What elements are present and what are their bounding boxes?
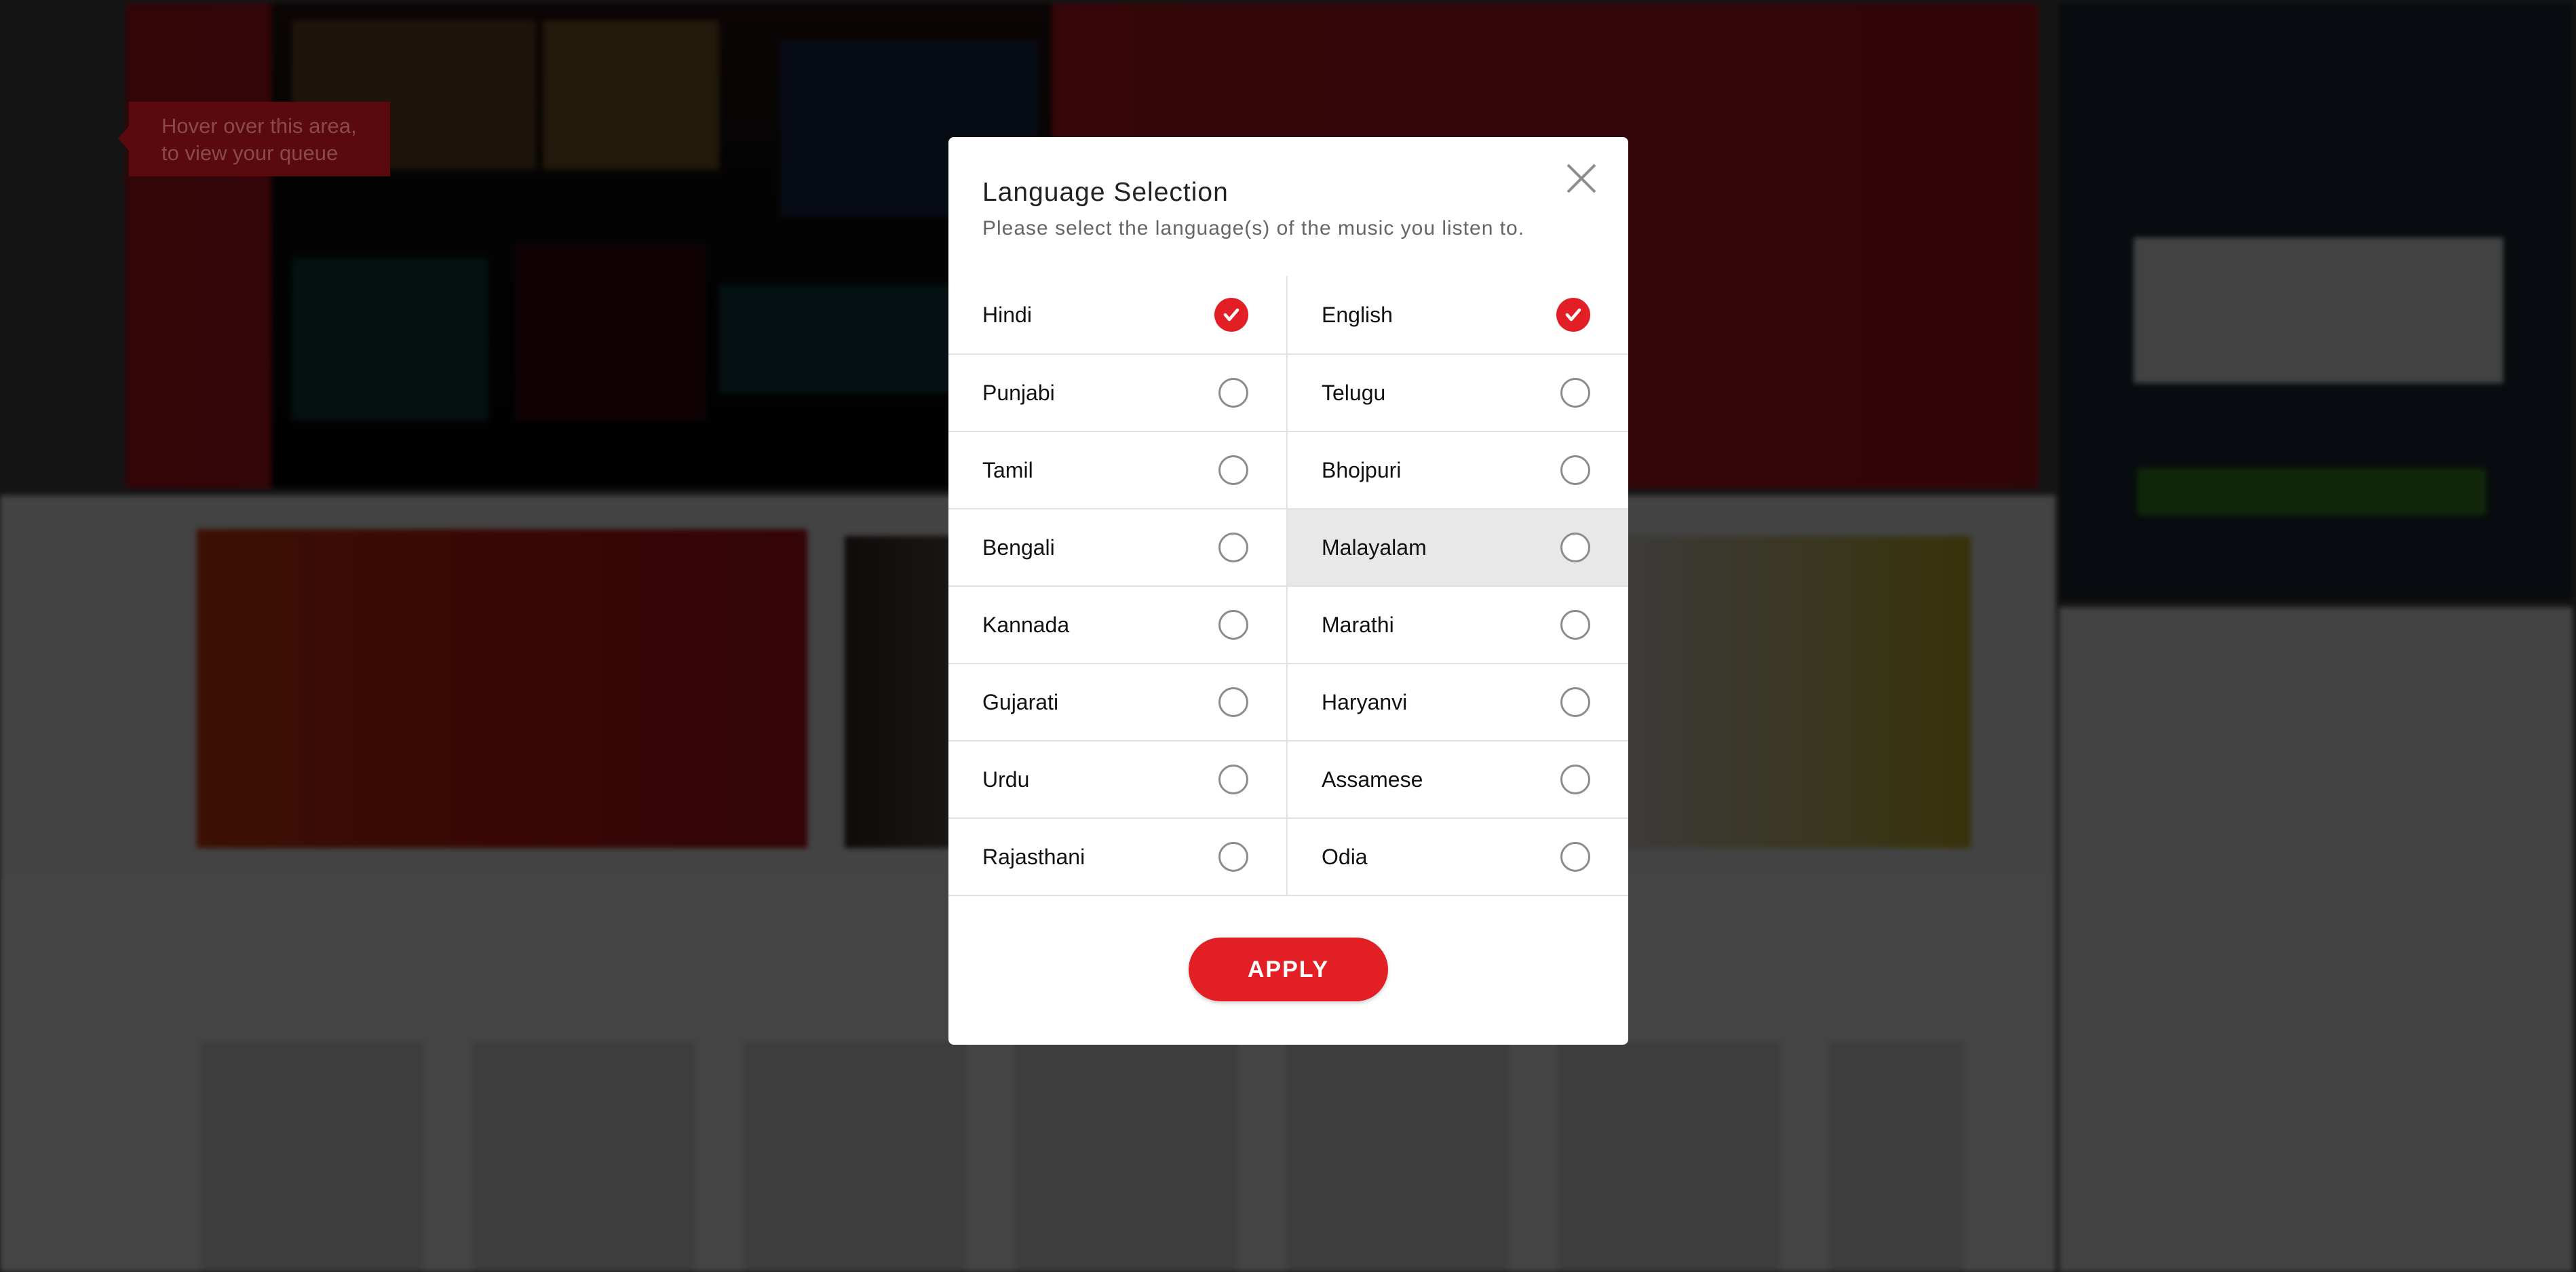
language-option-rajasthani[interactable]: Rajasthani — [948, 817, 1288, 895]
language-label: Tamil — [982, 457, 1033, 482]
radio-circle-icon[interactable] — [1218, 687, 1248, 717]
radio-circle-icon[interactable] — [1560, 455, 1590, 485]
language-label: Gujarati — [982, 689, 1059, 714]
language-option-telugu[interactable]: Telugu — [1288, 353, 1628, 431]
language-option-bengali[interactable]: Bengali — [948, 508, 1288, 585]
radio-circle-icon[interactable] — [1218, 533, 1248, 562]
radio-circle-icon[interactable] — [1560, 687, 1590, 717]
apply-button[interactable]: APPLY — [1189, 938, 1388, 1001]
radio-circle-icon[interactable] — [1560, 533, 1590, 562]
radio-circle-icon[interactable] — [1218, 842, 1248, 872]
radio-circle-icon[interactable] — [1218, 455, 1248, 485]
language-label: Urdu — [982, 767, 1030, 792]
language-option-malayalam[interactable]: Malayalam — [1288, 508, 1628, 585]
language-grid: Hindi English Punjabi Telugu Tamil Bhojpuri Be… — [948, 276, 1628, 896]
language-option-english[interactable]: English — [1288, 276, 1628, 353]
language-label: Punjabi — [982, 380, 1055, 405]
language-label: Assamese — [1322, 767, 1423, 792]
close-icon — [1566, 163, 1596, 193]
language-option-urdu[interactable]: Urdu — [948, 740, 1288, 817]
language-label: Telugu — [1322, 380, 1386, 405]
radio-circle-icon[interactable] — [1218, 610, 1248, 640]
language-option-bhojpuri[interactable]: Bhojpuri — [1288, 431, 1628, 508]
radio-circle-icon[interactable] — [1560, 378, 1590, 408]
language-option-haryanvi[interactable]: Haryanvi — [1288, 663, 1628, 740]
checkmark-icon — [1223, 308, 1239, 322]
language-label: Marathi — [1322, 612, 1394, 637]
language-option-punjabi[interactable]: Punjabi — [948, 353, 1288, 431]
language-selection-modal: Language Selection Please select the lan… — [948, 137, 1628, 1045]
language-label: Malayalam — [1322, 535, 1427, 560]
modal-header: Language Selection Please select the lan… — [982, 178, 1524, 240]
language-option-marathi[interactable]: Marathi — [1288, 585, 1628, 663]
radio-circle-icon[interactable] — [1218, 378, 1248, 408]
language-label: Bhojpuri — [1322, 457, 1402, 482]
language-option-hindi[interactable]: Hindi — [948, 276, 1288, 353]
language-label: Bengali — [982, 535, 1055, 560]
language-label: English — [1322, 302, 1393, 327]
checked-circle-icon[interactable] — [1556, 298, 1590, 332]
radio-circle-icon[interactable] — [1218, 765, 1248, 794]
close-button[interactable] — [1564, 161, 1598, 195]
language-option-assamese[interactable]: Assamese — [1288, 740, 1628, 817]
checkmark-icon — [1565, 308, 1581, 322]
language-label: Kannada — [982, 612, 1070, 637]
radio-circle-icon[interactable] — [1560, 765, 1590, 794]
page: Hover over this area, to view your queue… — [0, 0, 2576, 1272]
language-label: Rajasthani — [982, 844, 1085, 869]
language-option-gujarati[interactable]: Gujarati — [948, 663, 1288, 740]
language-label: Hindi — [982, 302, 1032, 327]
queue-hint-text: Hover over this area, to view your queue — [161, 114, 357, 165]
modal-title: Language Selection — [982, 178, 1229, 207]
radio-circle-icon[interactable] — [1560, 842, 1590, 872]
language-option-tamil[interactable]: Tamil — [948, 431, 1288, 508]
language-label: Odia — [1322, 844, 1368, 869]
modal-subtitle: Please select the language(s) of the mus… — [982, 217, 1525, 239]
language-option-kannada[interactable]: Kannada — [948, 585, 1288, 663]
language-label: Haryanvi — [1322, 689, 1408, 714]
checked-circle-icon[interactable] — [1214, 298, 1248, 332]
language-option-odia[interactable]: Odia — [1288, 817, 1628, 895]
queue-hint-tooltip: Hover over this area, to view your queue — [118, 102, 390, 176]
radio-circle-icon[interactable] — [1560, 610, 1590, 640]
